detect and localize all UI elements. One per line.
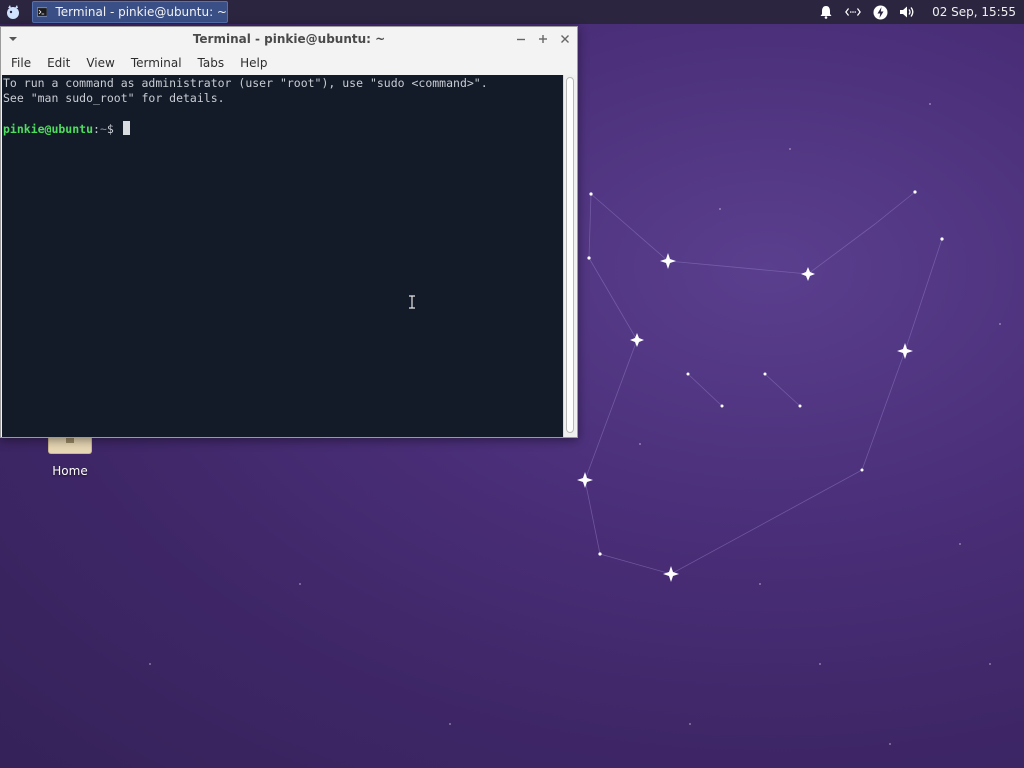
close-icon	[561, 35, 569, 43]
prompt-symbol: $	[106, 122, 114, 136]
taskbar-button-label: Terminal - pinkie@ubuntu: ~	[55, 5, 227, 19]
terminal-menubar: File Edit View Terminal Tabs Help	[1, 51, 577, 75]
scrollbar-thumb[interactable]	[566, 77, 574, 433]
minimize-icon	[517, 38, 525, 41]
top-panel: Terminal - pinkie@ubuntu: ~ 02 Sep, 15:5…	[0, 0, 1024, 24]
bell-icon[interactable]	[818, 4, 834, 20]
menu-view[interactable]: View	[78, 51, 122, 75]
system-tray: 02 Sep, 15:55	[818, 0, 1024, 24]
window-menu-button[interactable]	[1, 27, 25, 51]
taskbar-button-terminal[interactable]: Terminal - pinkie@ubuntu: ~	[32, 1, 228, 23]
menu-file[interactable]: File	[3, 51, 39, 75]
terminal-scrollbar[interactable]	[563, 75, 576, 437]
text-cursor	[122, 121, 130, 135]
menu-help[interactable]: Help	[232, 51, 275, 75]
terminal-prompt-line: pinkie@ubuntu:~$	[3, 121, 563, 136]
menu-edit[interactable]: Edit	[39, 51, 78, 75]
window-controls	[513, 27, 573, 51]
power-icon[interactable]	[872, 4, 888, 20]
network-icon[interactable]	[845, 4, 861, 20]
prompt-path: ~	[99, 122, 107, 136]
prompt-user-host: pinkie@ubuntu	[3, 122, 94, 136]
maximize-icon	[539, 35, 547, 43]
menu-terminal[interactable]: Terminal	[123, 51, 190, 75]
chevron-down-icon	[9, 37, 17, 41]
close-button[interactable]	[557, 31, 573, 47]
applications-menu-button[interactable]	[0, 0, 26, 24]
maximize-button[interactable]	[535, 31, 551, 47]
terminal-line: See "man sudo_root" for details.	[3, 91, 225, 105]
terminal-output[interactable]: To run a command as administrator (user …	[2, 75, 564, 437]
window-title: Terminal - pinkie@ubuntu: ~	[192, 32, 386, 46]
terminal-line: To run a command as administrator (user …	[3, 76, 488, 90]
xfce-mouse-icon	[7, 5, 19, 19]
volume-icon[interactable]	[899, 4, 915, 20]
panel-clock[interactable]: 02 Sep, 15:55	[932, 5, 1016, 19]
window-titlebar[interactable]: Terminal - pinkie@ubuntu: ~	[1, 27, 577, 51]
terminal-window[interactable]: Terminal - pinkie@ubuntu: ~ File Edit Vi…	[0, 26, 578, 438]
ibeam-cursor-icon	[409, 295, 415, 309]
minimize-button[interactable]	[513, 31, 529, 47]
menu-tabs[interactable]: Tabs	[190, 51, 233, 75]
terminal-icon	[37, 7, 48, 17]
prompt-separator: :	[93, 122, 100, 136]
desktop-icon-label: Home	[52, 464, 88, 478]
